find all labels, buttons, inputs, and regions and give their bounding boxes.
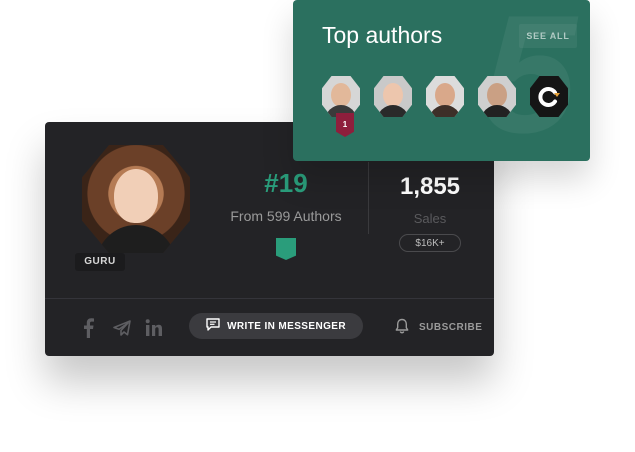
bell-icon	[395, 318, 409, 337]
top-authors-title: Top authors	[322, 22, 443, 48]
c-logo-icon	[530, 76, 568, 117]
author-avatar-5[interactable]	[530, 76, 568, 117]
subscribe-button[interactable]: SUBSCRIBE	[395, 318, 482, 337]
level-badge: GURU	[75, 253, 125, 271]
author-avatar-4[interactable]	[478, 76, 516, 117]
sales-label: Sales	[413, 211, 447, 226]
author-avatar-1[interactable]	[322, 76, 360, 117]
telegram-icon[interactable]	[112, 318, 132, 338]
avatar-face	[114, 169, 158, 223]
write-in-messenger-button[interactable]: WRITE IN MESSENGER	[189, 313, 363, 339]
see-all-button[interactable]: SEE ALL	[519, 24, 577, 48]
author-hexagon	[374, 76, 412, 117]
earnings-badge: $16K+	[399, 234, 461, 252]
avatar-hexagon	[82, 145, 190, 253]
author-hexagon	[426, 76, 464, 117]
author-face	[331, 83, 351, 107]
author-shirt	[429, 105, 461, 117]
author-hexagon	[478, 76, 516, 117]
message-icon	[206, 318, 220, 334]
sales-block: 1,855 Sales $16K+	[375, 172, 485, 252]
author-face	[383, 83, 403, 107]
author-avatar[interactable]	[82, 145, 190, 263]
rank-caption: From 599 Authors	[230, 208, 342, 224]
sales-value: 1,855	[399, 173, 461, 200]
linkedin-icon[interactable]	[145, 318, 163, 338]
rank-value: #19	[264, 168, 308, 198]
author-face	[435, 83, 455, 107]
stage: GURU #19 From 599 Authors 1,855 Sales $1…	[0, 0, 635, 452]
author-avatar-2[interactable]	[374, 76, 412, 117]
author-shirt	[481, 105, 513, 117]
author-avatar-3[interactable]	[426, 76, 464, 117]
author-face	[487, 83, 507, 107]
stats-divider	[368, 162, 369, 234]
rank-block: #19 From 599 Authors	[213, 168, 359, 260]
write-button-label: WRITE IN MESSENGER	[227, 320, 346, 332]
author-hexagon	[322, 76, 360, 117]
author-shirt	[377, 105, 409, 117]
rank-flag-icon	[276, 238, 296, 260]
subscribe-label: SUBSCRIBE	[419, 322, 483, 333]
facebook-icon[interactable]	[81, 318, 95, 338]
footer-divider	[45, 298, 494, 299]
